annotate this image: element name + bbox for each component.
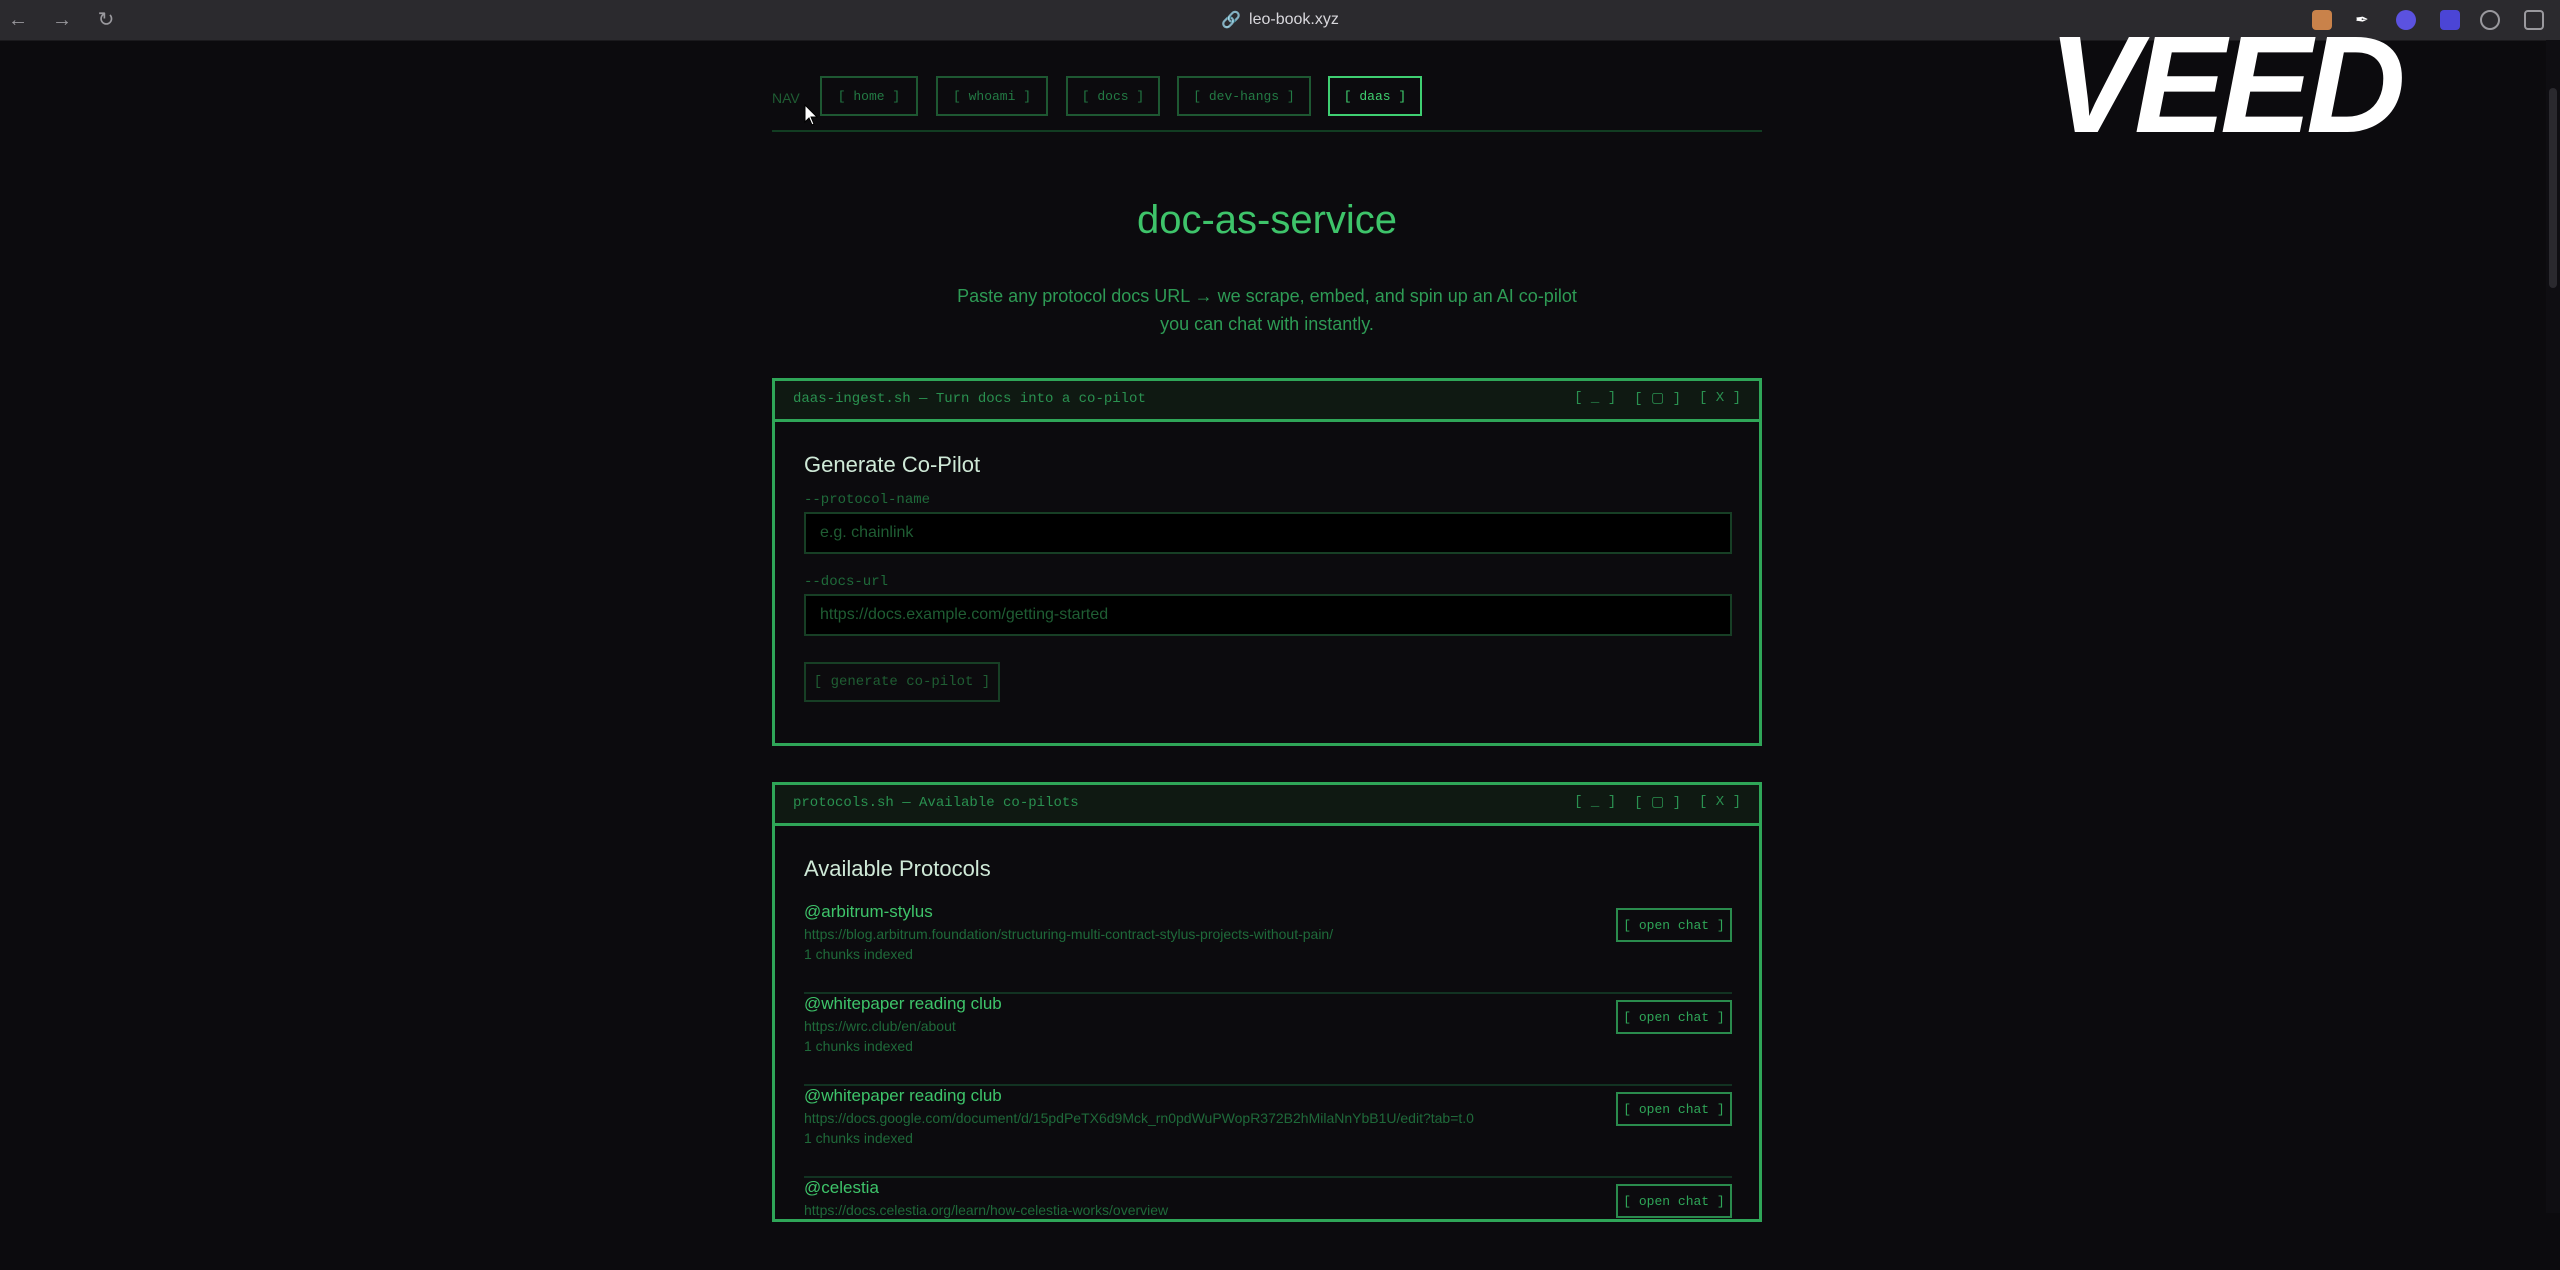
subtitle-line: Paste any protocol docs URL → we scrape,… (957, 286, 1577, 306)
nav-whoami-button[interactable]: [ whoami ] (936, 76, 1048, 116)
protocol-name: @whitepaper reading club (804, 1086, 1002, 1105)
forward-arrow-icon[interactable]: → (50, 8, 74, 32)
maximize-button[interactable]: [ ▢ ] (1634, 794, 1681, 811)
minimize-button[interactable]: [ _ ] (1574, 794, 1616, 811)
generate-heading: Generate Co-Pilot (804, 452, 981, 477)
back-arrow-icon[interactable]: ← (6, 8, 30, 32)
sidebar-toggle-icon[interactable] (2524, 10, 2544, 30)
minimize-button[interactable]: [ _ ] (1574, 390, 1616, 407)
protocol-chunks: 1 chunks indexed (804, 946, 913, 962)
nav-daas-button[interactable]: [ daas ] (1328, 76, 1422, 116)
nav-label: NAV (772, 90, 800, 106)
protocols-window-title: protocols.sh — Available co-pilots (793, 795, 1079, 811)
protocol-name-label: --protocol-name (804, 492, 931, 508)
profile-icon[interactable] (2480, 10, 2500, 30)
reload-icon[interactable]: ↻ (94, 8, 118, 32)
protocols-window-titlebar: protocols.sh — Available co-pilots [ _ ]… (775, 785, 1759, 826)
extension-icon[interactable] (2440, 10, 2460, 30)
nav-dev-hangs-button[interactable]: [ dev-hangs ] (1177, 76, 1311, 116)
nav-docs-button[interactable]: [ docs ] (1066, 76, 1160, 116)
subtitle-line: you can chat with instantly. (1160, 314, 1374, 334)
extension-icon[interactable] (2312, 10, 2332, 30)
protocol-url[interactable]: https://docs.google.com/document/d/15pdP… (804, 1110, 1564, 1126)
open-chat-button[interactable]: [ open chat ] (1616, 1000, 1732, 1034)
protocol-list-item: @whitepaper reading club https://wrc.clu… (804, 994, 1732, 1086)
protocol-list-item: @celestia https://docs.celestia.org/lear… (804, 1178, 1732, 1270)
protocols-window: protocols.sh — Available co-pilots [ _ ]… (772, 782, 1762, 1222)
protocol-chunks: 1 chunks indexed (804, 1130, 913, 1146)
protocol-url[interactable]: https://blog.arbitrum.foundation/structu… (804, 926, 1564, 942)
close-button[interactable]: [ X ] (1699, 390, 1741, 407)
ingest-window-title: daas-ingest.sh — Turn docs into a co-pil… (793, 391, 1146, 407)
page-subtitle: Paste any protocol docs URL → we scrape,… (892, 282, 1642, 338)
maximize-button[interactable]: [ ▢ ] (1634, 390, 1681, 407)
open-chat-button[interactable]: [ open chat ] (1616, 908, 1732, 942)
docs-url-label: --docs-url (804, 574, 889, 590)
ingest-window-titlebar: daas-ingest.sh — Turn docs into a co-pil… (775, 381, 1759, 422)
open-chat-button[interactable]: [ open chat ] (1616, 1092, 1732, 1126)
docs-url-input[interactable]: https://docs.example.com/getting-started (804, 594, 1732, 636)
page-title: doc-as-service (1136, 198, 1398, 242)
protocol-list-item: @whitepaper reading club https://docs.go… (804, 1086, 1732, 1178)
protocol-url[interactable]: https://wrc.club/en/about (804, 1018, 1564, 1034)
protocol-name-input[interactable]: e.g. chainlink (804, 512, 1732, 554)
address-bar[interactable]: 🔗 leo-book.xyz (1180, 9, 1380, 31)
extension-icon[interactable] (2396, 10, 2416, 30)
pen-extension-icon[interactable]: ✒ (2352, 10, 2372, 30)
protocol-url[interactable]: https://docs.celestia.org/learn/how-cele… (804, 1202, 1564, 1218)
protocol-list-item: @arbitrum-stylus https://blog.arbitrum.f… (804, 902, 1732, 994)
url-text: leo-book.xyz (1249, 11, 1339, 28)
close-button[interactable]: [ X ] (1699, 794, 1741, 811)
svg-text:VEED: VEED (2048, 28, 2402, 140)
nav-home-button[interactable]: [ home ] (820, 76, 918, 116)
scrollbar[interactable] (2546, 40, 2560, 1213)
protocol-chunks: 1 chunks indexed (804, 1038, 913, 1054)
protocol-name: @whitepaper reading club (804, 994, 1002, 1013)
available-protocols-heading: Available Protocols (804, 856, 991, 881)
veed-watermark: VEED (2048, 28, 2408, 140)
protocol-name: @celestia (804, 1178, 879, 1197)
ingest-window: daas-ingest.sh — Turn docs into a co-pil… (772, 378, 1762, 746)
scrollbar-thumb[interactable] (2549, 88, 2557, 288)
mouse-cursor-icon (804, 104, 819, 126)
generate-copilot-button[interactable]: [ generate co-pilot ] (804, 662, 1000, 702)
link-icon: 🔗 (1221, 12, 1242, 29)
protocol-name: @arbitrum-stylus (804, 902, 933, 921)
